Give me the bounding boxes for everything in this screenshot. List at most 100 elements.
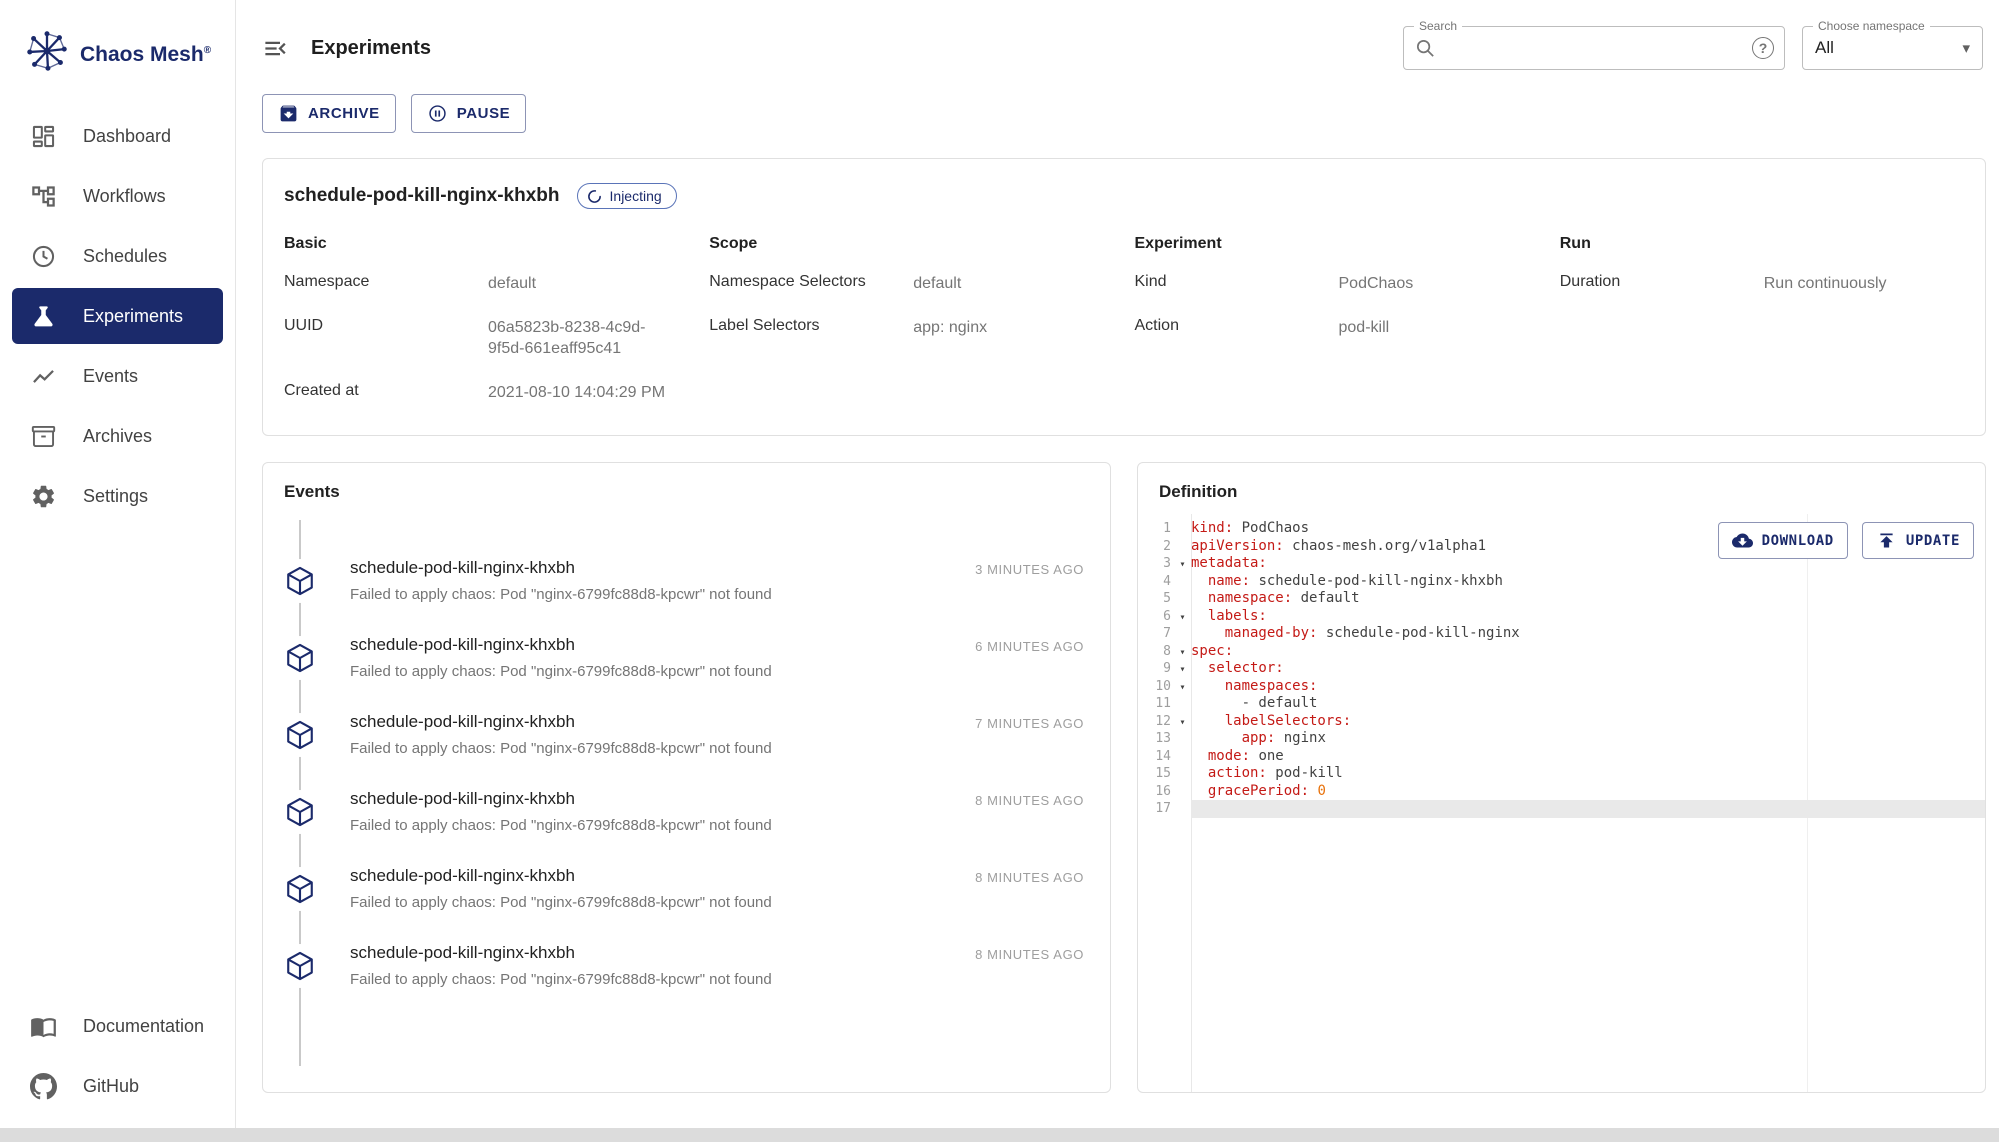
logo-text: Chaos Mesh® xyxy=(80,28,211,78)
experiment-name: schedule-pod-kill-nginx-khxbh xyxy=(284,185,560,207)
chevron-down-icon xyxy=(1962,39,1970,57)
fold-arrow-icon[interactable] xyxy=(1174,713,1191,731)
line-number: 14 xyxy=(1138,748,1174,766)
namespace-select[interactable]: Choose namespace All xyxy=(1802,26,1983,70)
event-list-item[interactable]: schedule-pod-kill-nginx-khxbh Failed to a… xyxy=(263,943,1110,988)
detail-label: Duration xyxy=(1560,273,1764,295)
event-time: 6 MINUTES AGO xyxy=(961,639,1084,654)
event-time: 8 MINUTES AGO xyxy=(961,947,1084,962)
help-icon[interactable] xyxy=(1752,37,1774,59)
fold-arrow-icon[interactable] xyxy=(1174,555,1191,573)
github-icon xyxy=(30,1073,57,1100)
gear-icon xyxy=(30,483,57,510)
code-text: managed-by: schedule-pod-kill-nginx xyxy=(1191,625,1985,643)
search-field[interactable]: Search xyxy=(1403,26,1785,70)
line-number: 2 xyxy=(1138,538,1174,556)
detail-section-experiment: ExperimentKindPodChaosActionpod-kill xyxy=(1135,225,1560,425)
detail-value: Run continuously xyxy=(1764,273,1887,295)
code-text: spec: xyxy=(1191,643,1985,661)
event-list-item[interactable]: schedule-pod-kill-nginx-khxbhFailed to a… xyxy=(263,558,1110,603)
sidebar-nav: Dashboard WorkflowsSchedulesExperiments Ev… xyxy=(0,104,235,528)
code-line: 12 labelSelectors: xyxy=(1138,713,1985,731)
line-number: 11 xyxy=(1138,695,1174,713)
definition-panel: Definition 1kind: PodChaos2apiVersion: c… xyxy=(1137,462,1986,1093)
sidebar-item-archives[interactable]: Archives xyxy=(12,408,223,464)
fold-spacer xyxy=(1174,520,1191,538)
pod-cube-icon xyxy=(278,944,322,988)
sidebar-item-schedules[interactable]: Schedules xyxy=(12,228,223,284)
fold-spacer xyxy=(1174,800,1191,818)
fold-spacer xyxy=(1174,783,1191,801)
line-number: 13 xyxy=(1138,730,1174,748)
code-text: action: pod-kill xyxy=(1191,765,1985,783)
detail-section-scope: ScopeNamespace SelectorsdefaultLabel Sel… xyxy=(709,225,1134,425)
detail-label: Namespace Selectors xyxy=(709,273,913,295)
update-button[interactable]: UPDATE xyxy=(1862,522,1974,559)
event-title: schedule-pod-kill-nginx-khxbh xyxy=(350,712,772,732)
detail-label: Label Selectors xyxy=(709,317,913,339)
sidebar-item-experiments[interactable]: Experiments xyxy=(12,288,223,344)
event-title: schedule-pod-kill-nginx-khxbh xyxy=(350,789,772,809)
detail-label: Kind xyxy=(1135,273,1339,295)
download-button-label: DOWNLOAD xyxy=(1762,533,1834,549)
event-title: schedule-pod-kill-nginx-khxbh xyxy=(350,943,772,963)
line-number: 15 xyxy=(1138,765,1174,783)
event-text: schedule-pod-kill-nginx-khxbh Failed to a… xyxy=(350,789,772,834)
search-icon xyxy=(1414,37,1437,60)
yaml-editor[interactable]: 1kind: PodChaos2apiVersion: chaos-mesh.o… xyxy=(1138,514,1985,1092)
detail-section-title: Run xyxy=(1560,235,1985,253)
sidebar-item-github[interactable]: GitHub xyxy=(12,1058,223,1114)
line-number: 1 xyxy=(1138,520,1174,538)
fold-arrow-icon[interactable] xyxy=(1174,678,1191,696)
clock-icon xyxy=(30,243,57,270)
event-list-item[interactable]: schedule-pod-kill-nginx-khxbhFailed to a… xyxy=(263,635,1110,680)
fold-spacer xyxy=(1174,538,1191,556)
detail-value: pod-kill xyxy=(1339,317,1390,339)
fold-arrow-icon[interactable] xyxy=(1174,643,1191,661)
fold-spacer xyxy=(1174,695,1191,713)
sidebar-item-label: GitHub xyxy=(83,1076,139,1097)
fold-spacer xyxy=(1174,730,1191,748)
fold-arrow-icon[interactable] xyxy=(1174,660,1191,678)
archive-button-label: ARCHIVE xyxy=(308,105,380,122)
sidebar-item-label: Events xyxy=(83,366,138,387)
detail-label: Created at xyxy=(284,382,488,404)
pause-button[interactable]: PAUSE xyxy=(411,94,527,133)
event-list-item[interactable]: schedule-pod-kill-nginx-khxbhFailed to a… xyxy=(263,712,1110,757)
event-message: Failed to apply chaos: Pod "nginx-6799fc… xyxy=(350,971,772,988)
events-panel-title: Events xyxy=(263,463,1110,514)
sidebar-item-settings[interactable]: Settings xyxy=(12,468,223,524)
archive-button[interactable]: ARCHIVE xyxy=(262,94,396,133)
fold-spacer xyxy=(1174,625,1191,643)
download-button[interactable]: DOWNLOAD xyxy=(1718,522,1848,559)
workflows-icon xyxy=(30,183,57,210)
detail-label: Namespace xyxy=(284,273,488,295)
sidebar-item-documentation[interactable]: Documentation xyxy=(12,998,223,1054)
detail-row: Label Selectorsapp: nginx xyxy=(709,317,1134,339)
line-number: 16 xyxy=(1138,783,1174,801)
event-list-item[interactable]: schedule-pod-kill-nginx-khxbhFailed to a… xyxy=(263,866,1110,911)
chaos-mesh-logo[interactable]: Chaos Mesh® xyxy=(0,0,235,104)
code-line: 13 app: nginx xyxy=(1138,730,1985,748)
sidebar: Chaos Mesh® DashboardWorkflowsSchedulesE… xyxy=(0,0,236,1128)
event-message: Failed to apply chaos: Pod "nginx-6799fc… xyxy=(350,817,772,834)
event-list-item[interactable]: schedule-pod-kill-nginx-khxbh Failed to a… xyxy=(263,789,1110,834)
detail-row: Namespacedefault xyxy=(284,273,709,295)
code-line: 8 spec: xyxy=(1138,643,1985,661)
detail-row: Created at2021-08-10 14:04:29 PM xyxy=(284,382,709,404)
upload-icon xyxy=(1876,530,1897,551)
dashboard-icon xyxy=(30,123,57,150)
flask-icon xyxy=(30,303,57,330)
code-line: 6 labels: xyxy=(1138,608,1985,626)
sidebar-item-dashboard[interactable]: Dashboard xyxy=(12,108,223,164)
fold-spacer xyxy=(1174,590,1191,608)
search-input[interactable] xyxy=(1437,39,1752,57)
sidebar-item-events[interactable]: Events xyxy=(12,348,223,404)
sidebar-item-workflows[interactable]: Workflows xyxy=(12,168,223,224)
sidebar-item-label: Dashboard xyxy=(83,126,171,147)
experiment-detail-grid: BasicNamespacedefaultUUID06a5823b-8238-4… xyxy=(263,225,1985,425)
event-text: schedule-pod-kill-nginx-khxbhFailed to a… xyxy=(350,712,772,757)
menu-toggle-icon[interactable] xyxy=(262,35,289,62)
line-number: 8 xyxy=(1138,643,1174,661)
fold-arrow-icon[interactable] xyxy=(1174,608,1191,626)
